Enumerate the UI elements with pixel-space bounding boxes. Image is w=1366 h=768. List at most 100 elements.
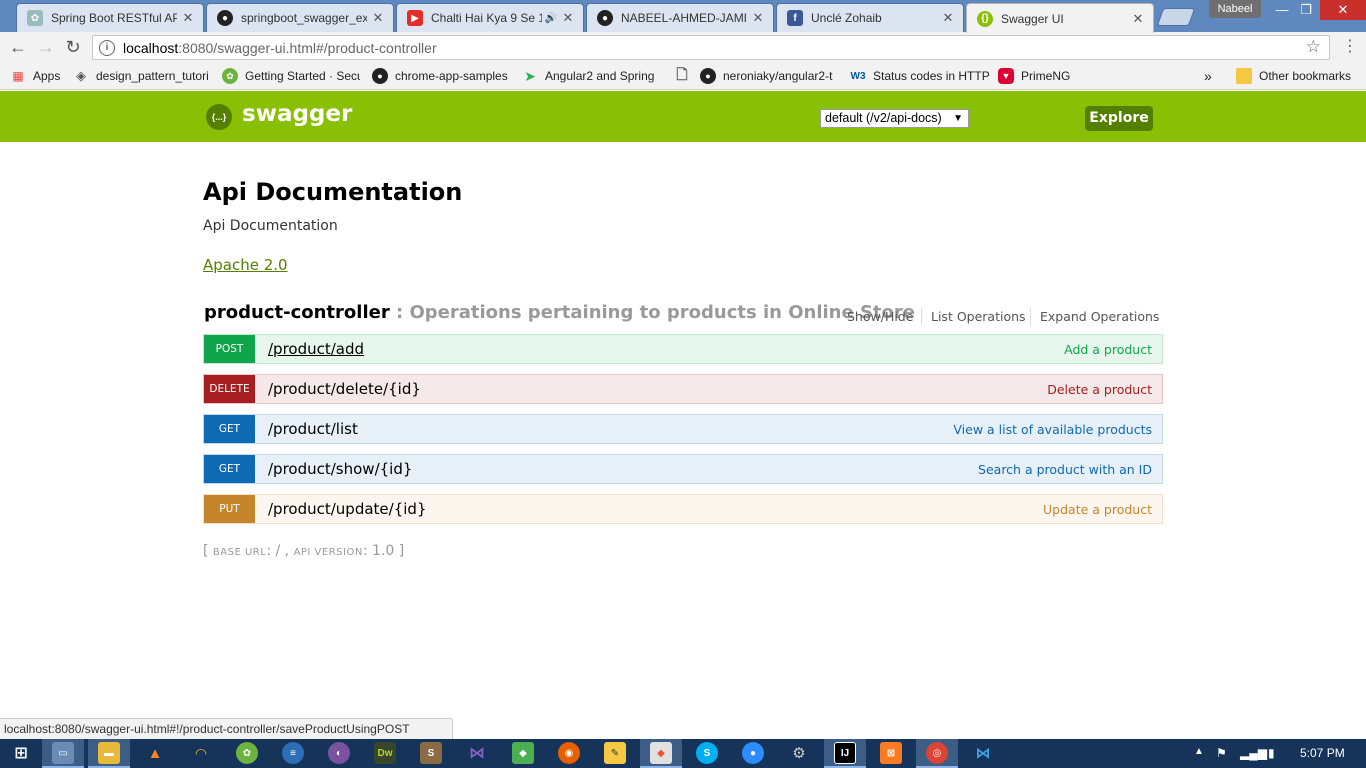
browser-tab[interactable]: f Unclé Zohaib ✕ bbox=[776, 3, 964, 32]
bookmark-item[interactable]: ▦ Apps bbox=[10, 67, 70, 85]
bookmark-item[interactable]: ● neroniaky/angular2-t bbox=[700, 67, 840, 85]
operation-post-add[interactable]: POST /product/add Add a product bbox=[203, 334, 1163, 364]
browser-tab[interactable]: ● NABEEL-AHMED-JAMIL/ ✕ bbox=[586, 3, 774, 32]
browser-tab[interactable]: ● springboot_swagger_exa ✕ bbox=[206, 3, 394, 32]
vscode-icon[interactable]: ⋈ bbox=[972, 742, 994, 764]
skype-icon[interactable]: S bbox=[696, 742, 718, 764]
expand-operations-link[interactable]: Expand Operations bbox=[1040, 309, 1159, 324]
spec-select[interactable]: default (/v2/api-docs) ▼ bbox=[820, 109, 969, 128]
controller-name[interactable]: product-controller bbox=[204, 302, 390, 323]
chat-icon[interactable]: ◆ bbox=[512, 742, 534, 764]
reload-icon[interactable]: ↻ bbox=[63, 37, 83, 57]
license-link[interactable]: Apache 2.0 bbox=[203, 256, 288, 274]
windows-start-icon[interactable]: ⊞ bbox=[10, 742, 32, 764]
operation-path[interactable]: /product/delete/{id} bbox=[268, 380, 1047, 398]
operation-path[interactable]: /product/show/{id} bbox=[268, 460, 978, 478]
bookmark-item[interactable]: ▼ PrimeNG bbox=[998, 67, 1078, 85]
list-operations-link[interactable]: List Operations bbox=[931, 309, 1026, 324]
close-icon[interactable]: ✕ bbox=[1131, 11, 1145, 27]
operation-summary[interactable]: View a list of available products bbox=[953, 422, 1152, 437]
operation-get-list[interactable]: GET /product/list View a list of availab… bbox=[203, 414, 1163, 444]
close-icon[interactable]: ✕ bbox=[751, 10, 765, 26]
browser-tab-strip: ✿ Spring Boot RESTful API ✕ ● springboot… bbox=[0, 0, 1366, 33]
vlc-icon[interactable]: ▲ bbox=[144, 742, 166, 764]
method-badge[interactable]: GET bbox=[204, 455, 255, 483]
minimize-icon[interactable]: — bbox=[1270, 0, 1294, 20]
xampp-icon[interactable]: ⊠ bbox=[880, 742, 902, 764]
operation-summary[interactable]: Search a product with an ID bbox=[978, 462, 1152, 477]
operation-put-update[interactable]: PUT /product/update/{id} Update a produc… bbox=[203, 494, 1163, 524]
bookmark-item[interactable]: W3 Status codes in HTTP bbox=[850, 67, 990, 85]
visual-studio-icon[interactable]: ⋈ bbox=[466, 742, 488, 764]
browser-tab[interactable]: ▶ Chalti Hai Kya 9 Se 12 🔊 ✕ bbox=[396, 3, 584, 32]
close-icon[interactable]: ✕ bbox=[941, 10, 955, 26]
youtube-icon: ▶ bbox=[407, 10, 423, 26]
sublime-icon[interactable]: S bbox=[420, 742, 442, 764]
operation-delete[interactable]: DELETE /product/delete/{id} Delete a pro… bbox=[203, 374, 1163, 404]
method-badge[interactable]: PUT bbox=[204, 495, 255, 523]
forward-icon[interactable]: → bbox=[36, 37, 56, 57]
menu-icon[interactable]: ⋮ bbox=[1342, 39, 1358, 56]
address-url[interactable]: localhost:8080/swagger-ui.html#/product-… bbox=[123, 40, 437, 56]
method-badge[interactable]: GET bbox=[204, 415, 255, 443]
other-bookmarks[interactable]: Other bookmarks bbox=[1236, 67, 1364, 85]
dreamweaver-icon[interactable]: Dw bbox=[374, 742, 396, 764]
show-hide-link[interactable]: Show/Hide bbox=[847, 309, 913, 324]
bookmark-item[interactable]: ◈ design_pattern_tutori bbox=[73, 67, 213, 85]
info-icon[interactable]: i bbox=[99, 39, 115, 56]
intellij-icon[interactable]: IJ bbox=[834, 742, 856, 764]
folder-icon bbox=[1236, 68, 1252, 84]
network-app-icon[interactable]: ⚙ bbox=[788, 742, 810, 764]
explore-button[interactable]: Explore bbox=[1085, 106, 1153, 131]
bookmark-item[interactable]: ✿ Getting Started · Secu bbox=[222, 67, 360, 85]
messenger-icon[interactable]: ● bbox=[742, 742, 764, 764]
bookmark-item[interactable]: 🗋 bbox=[674, 67, 694, 85]
profile-button[interactable]: Nabeel bbox=[1209, 0, 1261, 18]
desktop-icon[interactable]: ▭ bbox=[52, 742, 74, 764]
close-icon[interactable]: ✕ bbox=[561, 10, 575, 26]
bookmark-star-icon[interactable]: ☆ bbox=[1306, 37, 1321, 57]
status-url-bubble: localhost:8080/swagger-ui.html#!/product… bbox=[0, 718, 453, 739]
window-close-icon[interactable]: ✕ bbox=[1320, 0, 1366, 20]
facebook-icon: f bbox=[787, 10, 803, 26]
app-icon[interactable]: ≡ bbox=[282, 742, 304, 764]
tray-overflow-icon[interactable]: ▲ bbox=[1194, 746, 1204, 757]
method-badge[interactable]: DELETE bbox=[204, 375, 255, 403]
operation-path[interactable]: /product/add bbox=[268, 340, 1064, 358]
swagger-logo-icon[interactable]: {...} bbox=[206, 104, 232, 130]
battery-icon[interactable]: ▮ bbox=[1268, 746, 1275, 760]
bookmarks-overflow-icon[interactable]: » bbox=[1204, 67, 1218, 85]
eclipse-icon[interactable]: ◐ bbox=[328, 742, 350, 764]
address-bar[interactable]: i localhost:8080/swagger-ui.html#/produc… bbox=[92, 35, 1330, 60]
git-icon[interactable]: ◆ bbox=[650, 742, 672, 764]
operation-summary[interactable]: Delete a product bbox=[1047, 382, 1152, 397]
operation-path[interactable]: /product/list bbox=[268, 420, 953, 438]
bookmark-item[interactable]: ➤ Angular2 and Spring bbox=[522, 67, 660, 85]
operation-summary[interactable]: Add a product bbox=[1064, 342, 1152, 357]
operation-get-show[interactable]: GET /product/show/{id} Search a product … bbox=[203, 454, 1163, 484]
wifi-icon[interactable]: ▂▄▆ bbox=[1240, 746, 1267, 760]
new-tab-button[interactable] bbox=[1156, 8, 1196, 26]
maximize-icon[interactable]: ❐ bbox=[1294, 0, 1318, 20]
firefox-icon[interactable]: ◉ bbox=[558, 742, 580, 764]
swagger-logo-text[interactable]: swagger bbox=[242, 101, 352, 127]
clock[interactable]: 5:07 PM bbox=[1300, 746, 1345, 760]
close-icon[interactable]: ✕ bbox=[371, 10, 385, 26]
chrome-icon[interactable]: ◎ bbox=[926, 742, 948, 764]
close-icon[interactable]: ✕ bbox=[181, 10, 195, 26]
gauge-icon[interactable]: ◠ bbox=[190, 742, 212, 764]
github-icon: ● bbox=[700, 68, 716, 84]
method-badge[interactable]: POST bbox=[204, 335, 255, 363]
browser-tab[interactable]: ✿ Spring Boot RESTful API ✕ bbox=[16, 3, 204, 32]
operation-summary[interactable]: Update a product bbox=[1043, 502, 1152, 517]
back-icon[interactable]: ← bbox=[8, 37, 28, 57]
speaker-icon[interactable]: 🔊 bbox=[545, 13, 557, 24]
flag-icon[interactable]: ⚑ bbox=[1216, 746, 1227, 760]
file-explorer-icon[interactable]: ▬ bbox=[98, 742, 120, 764]
operation-path[interactable]: /product/update/{id} bbox=[268, 500, 1043, 518]
other-bookmarks-label: Other bookmarks bbox=[1259, 69, 1352, 83]
notes-icon[interactable]: ✎ bbox=[604, 742, 626, 764]
spring-tool-icon[interactable]: ✿ bbox=[236, 742, 258, 764]
bookmark-item[interactable]: ● chrome-app-samples bbox=[372, 67, 512, 85]
browser-tab-active[interactable]: {} Swagger UI ✕ bbox=[966, 3, 1154, 33]
